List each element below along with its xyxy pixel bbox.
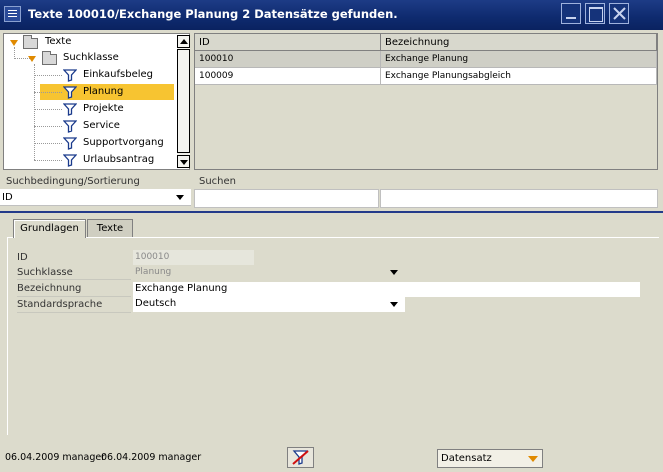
arrow-up-icon: [180, 39, 188, 44]
search-label: Suchen: [199, 176, 237, 187]
datensatz-label: Datensatz: [441, 453, 492, 464]
search-input-secondary[interactable]: [380, 189, 658, 208]
scroll-down-button[interactable]: [177, 155, 190, 168]
created-info: 06.04.2009 manager: [5, 452, 106, 463]
filter-icon: [63, 69, 77, 82]
suchklasse-value: Planung: [135, 267, 172, 277]
cell-bezeichnung: Exchange Planung: [381, 51, 657, 68]
tree-scrollbar[interactable]: [177, 35, 190, 168]
tree-item-planung[interactable]: Planung: [80, 84, 126, 100]
filter-remove-icon: [292, 450, 309, 465]
tree-item-supportvorgang[interactable]: Supportvorgang: [80, 135, 167, 151]
results-grid[interactable]: ID Bezeichnung 100010 Exchange Planung 1…: [194, 33, 658, 170]
search-input[interactable]: [194, 189, 379, 208]
datensatz-menu-button[interactable]: Datensatz: [437, 449, 543, 468]
tree-item-einkaufsbeleg[interactable]: Einkaufsbeleg: [80, 67, 156, 83]
tree-root[interactable]: Texte: [42, 34, 74, 50]
grid-header: ID Bezeichnung: [195, 34, 657, 51]
section-separator: [0, 211, 663, 213]
arrow-down-icon: [180, 160, 188, 165]
expand-suchklasse-icon[interactable]: [28, 56, 36, 62]
tree-item-service[interactable]: Service: [80, 118, 123, 134]
app-icon: [4, 6, 21, 22]
tab-grundlagen[interactable]: Grundlagen: [13, 219, 86, 238]
cell-id: 100010: [195, 51, 381, 68]
close-button[interactable]: [609, 3, 629, 24]
suchklasse-label: Suchklasse: [17, 267, 73, 278]
dropdown-arrow-icon: [176, 195, 184, 200]
filter-icon: [63, 120, 77, 133]
column-header-bezeichnung[interactable]: Bezeichnung: [381, 34, 657, 51]
title-bar: Texte 100010/Exchange Planung 2 Datensät…: [0, 0, 663, 30]
standardsprache-value: Deutsch: [135, 298, 177, 309]
tree-group-suchklasse[interactable]: Suchklasse: [60, 50, 122, 66]
dropdown-arrow-icon: [390, 270, 398, 275]
modified-info: 06.04.2009 manager: [101, 452, 202, 463]
expand-root-icon[interactable]: [10, 40, 18, 46]
delete-filter-button[interactable]: [287, 447, 314, 468]
maximize-button[interactable]: [585, 3, 605, 24]
tree-item-urlaubsantrag[interactable]: Urlaubsantrag: [80, 152, 157, 168]
bezeichnung-field[interactable]: Exchange Planung: [133, 282, 640, 297]
search-condition-value: ID: [2, 192, 13, 203]
folder-icon: [42, 51, 57, 65]
minimize-button[interactable]: [561, 3, 581, 24]
category-tree[interactable]: Texte Suchklasse Einkaufsbeleg Planung P…: [3, 33, 190, 170]
search-condition-select[interactable]: ID: [0, 189, 191, 206]
cell-id: 100009: [195, 68, 381, 85]
filter-icon: [63, 103, 77, 116]
filter-icon: [63, 137, 77, 150]
filter-icon: [63, 86, 77, 99]
close-icon: [613, 7, 626, 20]
column-header-id[interactable]: ID: [195, 34, 381, 51]
tab-texte[interactable]: Texte: [87, 219, 133, 237]
dropdown-arrow-icon: [390, 302, 398, 307]
window-title: Texte 100010/Exchange Planung 2 Datensät…: [28, 7, 398, 21]
scroll-thumb[interactable]: [177, 49, 190, 153]
suchklasse-select[interactable]: Planung: [133, 265, 405, 280]
id-field: 100010: [133, 250, 254, 265]
cell-bezeichnung: Exchange Planungsabgleich: [381, 68, 657, 85]
folder-icon: [23, 35, 38, 49]
table-row[interactable]: 100009 Exchange Planungsabgleich: [195, 68, 657, 85]
standardsprache-label: Standardsprache: [17, 299, 103, 310]
search-condition-label: Suchbedingung/Sortierung: [6, 176, 140, 187]
filter-icon: [63, 154, 77, 167]
bezeichnung-label: Bezeichnung: [17, 283, 82, 294]
table-row[interactable]: 100010 Exchange Planung: [195, 51, 657, 68]
id-label: ID: [17, 252, 28, 263]
tree-item-projekte[interactable]: Projekte: [80, 101, 127, 117]
standardsprache-select[interactable]: Deutsch: [133, 297, 405, 312]
dropdown-arrow-icon: [528, 456, 538, 462]
scroll-up-button[interactable]: [177, 35, 190, 48]
